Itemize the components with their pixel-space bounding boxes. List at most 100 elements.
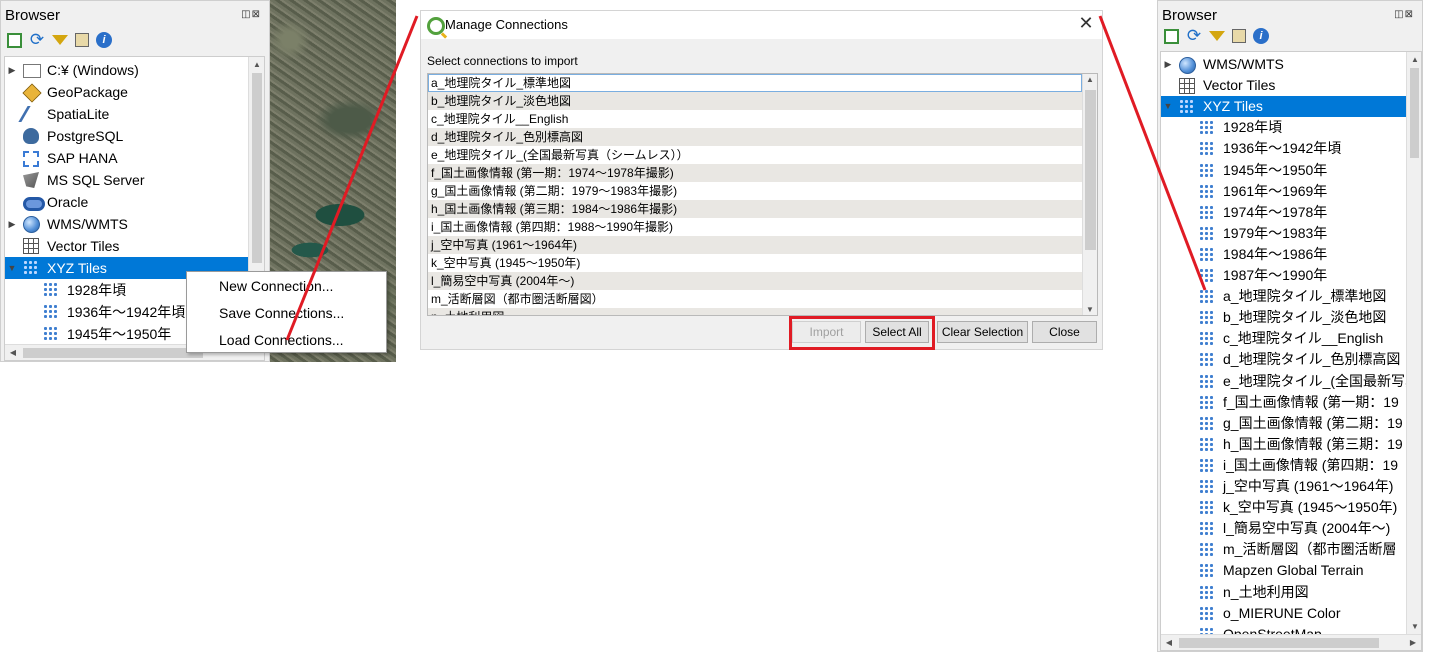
tree-child-item[interactable]: m_活断層図（都市圏活断層 [1161, 539, 1406, 560]
connection-list-item[interactable]: i_国土画像情報 (第四期：1988〜1990年撮影) [428, 218, 1082, 236]
scroll-up-icon[interactable]: ▲ [249, 60, 264, 69]
scroll-left-icon[interactable]: ◀ [1161, 638, 1177, 647]
tree-horizontal-scrollbar[interactable]: ◀ ▶ [1161, 634, 1421, 650]
filter-icon[interactable] [52, 35, 68, 45]
tree-item[interactable]: MS SQL Server [5, 169, 249, 191]
add-layer-icon[interactable] [7, 32, 22, 48]
filter-icon[interactable] [1209, 31, 1225, 41]
menu-item-save-connections[interactable]: Save Connections... [219, 300, 344, 326]
connection-list-item[interactable]: l_簡易空中写真 (2004年〜) [428, 272, 1082, 290]
clear-selection-button[interactable]: Clear Selection [937, 321, 1028, 343]
collapse-arrow-icon[interactable]: ▼ [7, 257, 17, 279]
panel-float-close-buttons[interactable]: ◫⊠ [241, 9, 261, 20]
tree-child-item[interactable]: d_地理院タイル_色別標高図 [1161, 349, 1406, 370]
collapse-all-icon[interactable] [75, 33, 89, 47]
tree-child-item[interactable]: 1984年〜1986年 [1161, 244, 1406, 265]
tree-child-item[interactable]: h_国土画像情報 (第三期：19 [1161, 434, 1406, 455]
tree-child-item[interactable]: 1961年〜1969年 [1161, 181, 1406, 202]
tree-item-label: XYZ Tiles [1203, 98, 1263, 115]
expand-arrow-icon[interactable]: ▶ [1163, 54, 1173, 75]
info-icon[interactable]: i [96, 32, 112, 48]
close-button[interactable]: Close [1032, 321, 1097, 343]
tree-item-label: GeoPackage [47, 84, 128, 100]
collapse-arrow-icon[interactable]: ▼ [1163, 96, 1173, 117]
menu-item-load-connections[interactable]: Load Connections... [219, 327, 344, 353]
tree-item[interactable]: ▶ WMS/WMTS [5, 213, 249, 235]
scrollbar-thumb[interactable] [1179, 638, 1379, 648]
connection-list-item[interactable]: k_空中写真 (1945〜1950年) [428, 254, 1082, 272]
tree-child-item[interactable]: f_国土画像情報 (第一期：19 [1161, 392, 1406, 413]
tree-child-item[interactable]: c_地理院タイル__English [1161, 328, 1406, 349]
refresh-icon[interactable]: ⟳ [1186, 27, 1202, 44]
tree-child-item[interactable]: Mapzen Global Terrain [1161, 560, 1406, 581]
tree-child-item[interactable]: j_空中写真 (1961〜1964年) [1161, 476, 1406, 497]
tree-child-item[interactable]: 1974年〜1978年 [1161, 202, 1406, 223]
tree-child-item[interactable]: 1936年〜1942年頃 [1161, 138, 1406, 159]
tree-child-item[interactable]: i_国土画像情報 (第四期：19 [1161, 455, 1406, 476]
expand-arrow-icon[interactable]: ▶ [7, 213, 17, 235]
tree-child-item[interactable]: l_簡易空中写真 (2004年〜) [1161, 518, 1406, 539]
tree-item-label: Oracle [47, 194, 89, 210]
tree-child-item[interactable]: k_空中写真 (1945〜1950年) [1161, 497, 1406, 518]
connection-list-item[interactable]: e_地理院タイル_(全国最新写真（シームレス）） [428, 146, 1082, 164]
tree-child-item[interactable]: 1987年〜1990年 [1161, 265, 1406, 286]
collapse-all-icon[interactable] [1232, 29, 1246, 43]
tree-item[interactable]: Vector Tiles [1161, 75, 1406, 96]
info-icon[interactable]: i [1253, 28, 1269, 44]
tree-child-item[interactable]: 1979年〜1983年 [1161, 223, 1406, 244]
scroll-down-icon[interactable]: ▼ [1082, 305, 1097, 314]
menu-item-new-connection[interactable]: New Connection... [219, 273, 333, 299]
expand-arrow-icon[interactable]: ▶ [7, 59, 17, 81]
tree-child-item[interactable]: b_地理院タイル_淡色地図 [1161, 307, 1406, 328]
refresh-icon[interactable]: ⟳ [29, 31, 45, 48]
connection-list-item[interactable]: f_国土画像情報 (第一期：1974〜1978年撮影) [428, 164, 1082, 182]
tree-child-item[interactable]: e_地理院タイル_(全国最新写真 [1161, 371, 1419, 392]
connection-list-item[interactable]: h_国土画像情報 (第三期：1984〜1986年撮影) [428, 200, 1082, 218]
scrollbar-thumb[interactable] [1410, 68, 1419, 158]
connection-list-item[interactable]: d_地理院タイル_色別標高図 [428, 128, 1082, 146]
tree-item[interactable]: Oracle [5, 191, 249, 213]
scroll-up-icon[interactable]: ▲ [1082, 75, 1097, 84]
scroll-right-icon[interactable]: ▶ [1405, 638, 1421, 647]
panel-float-close-buttons[interactable]: ◫⊠ [1394, 9, 1414, 20]
scroll-down-icon[interactable]: ▼ [1407, 622, 1421, 631]
add-layer-icon[interactable] [1164, 28, 1179, 44]
scrollbar-thumb[interactable] [252, 73, 262, 263]
tree-child-item[interactable]: 1928年頃 [1161, 117, 1406, 138]
connection-list-item[interactable]: c_地理院タイル__English [428, 110, 1082, 128]
spatialite-icon [18, 106, 47, 122]
scrollbar-thumb[interactable] [1085, 90, 1096, 250]
scroll-left-icon[interactable]: ◀ [5, 348, 21, 357]
connection-list-item[interactable]: a_地理院タイル_標準地図 [428, 74, 1082, 92]
tree-child-item[interactable]: g_国土画像情報 (第二期：19 [1161, 413, 1406, 434]
tree-child-item[interactable]: 1945年〜1950年 [1161, 160, 1406, 181]
tree-item[interactable]: ▶ WMS/WMTS [1161, 54, 1406, 75]
tree-item-label: 1936年〜1942年頃 [1223, 140, 1342, 157]
tree-item[interactable]: ▼ XYZ Tiles [1161, 96, 1406, 118]
tree-vertical-scrollbar[interactable]: ▲▼ [1406, 52, 1421, 634]
connection-list-item[interactable]: m_活断層図（都市圏活断層図） [428, 290, 1082, 308]
tree-child-item[interactable]: n_土地利用図 [1161, 582, 1406, 603]
tree-item[interactable]: SAP HANA [5, 147, 249, 169]
tree-item[interactable]: PostgreSQL [5, 125, 249, 147]
connection-list-item[interactable]: g_国土画像情報 (第二期：1979〜1983年撮影) [428, 182, 1082, 200]
tree-item[interactable]: ▶ C:¥ (Windows) [5, 59, 249, 81]
scrollbar-thumb[interactable] [23, 348, 203, 358]
connections-list[interactable]: a_地理院タイル_標準地図 b_地理院タイル_淡色地図 c_地理院タイル__Engl… [427, 73, 1098, 316]
tree-child-item[interactable]: o_MIERUNE Color [1161, 603, 1406, 624]
scroll-up-icon[interactable]: ▲ [1407, 55, 1421, 64]
connection-list-item[interactable]: j_空中写真 (1961〜1964年) [428, 236, 1082, 254]
connection-list-item[interactable]: b_地理院タイル_淡色地図 [428, 92, 1082, 110]
tree-item[interactable]: SpatiaLite [5, 103, 249, 125]
close-icon[interactable]: ✕ [1076, 13, 1096, 34]
tree-item-label: l_簡易空中写真 (2004年〜) [1223, 520, 1391, 537]
tree-item[interactable]: GeoPackage [5, 81, 249, 103]
xyz-tiles-icon [1199, 268, 1215, 284]
list-vertical-scrollbar[interactable]: ▲ ▼ [1082, 74, 1097, 315]
tree-item[interactable]: Vector Tiles [5, 235, 249, 257]
connection-list-item[interactable]: n_土地利用図 [428, 308, 1082, 315]
globe-icon [1179, 57, 1196, 74]
tree-child-item[interactable]: a_地理院タイル_標準地図 [1161, 286, 1406, 307]
tree-item-label: m_活断層図（都市圏活断層 [1223, 541, 1397, 558]
vector-tiles-icon [1179, 78, 1195, 95]
